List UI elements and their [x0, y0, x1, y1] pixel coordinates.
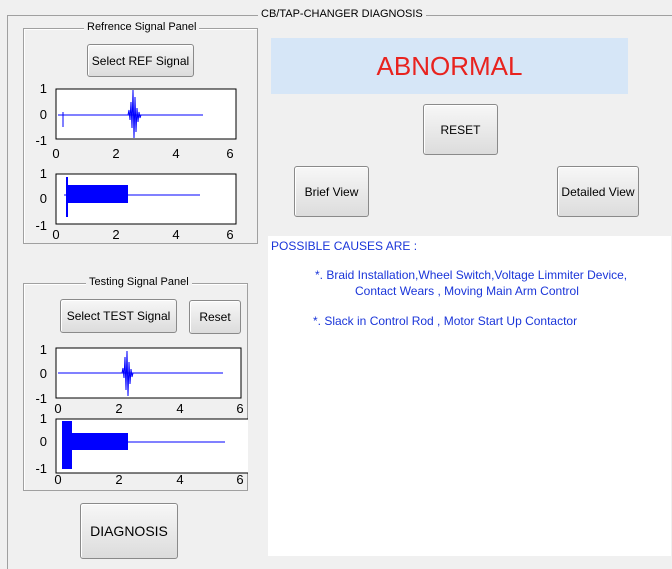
test-top-ytick-m1: -1 [35, 391, 47, 406]
ref-bottom-xtick-0: 0 [52, 227, 59, 242]
cause-line-1: *. Braid Installation,Wheel Switch,Volta… [315, 268, 628, 282]
ref-top-plot: 1 0 -1 0 2 4 6 5 [35, 82, 237, 161]
causes-title: POSSIBLE CAUSES ARE : [271, 239, 418, 253]
window-title: CB/TAP-CHANGER DIAGNOSIS [258, 8, 426, 20]
cause-line-3: *. Slack in Control Rod , Motor Start Up… [313, 314, 578, 328]
test-top-ytick-1: 1 [40, 342, 47, 357]
ref-bottom-ytick-0: 0 [40, 191, 47, 206]
ref-bottom-plot: 1 0 -1 0 2 4 6 [35, 167, 237, 242]
ref-top-xtick-4: 4 [172, 146, 179, 161]
reset-button[interactable]: RESET [423, 104, 498, 155]
ref-bottom-xtick-6: 6 [226, 227, 233, 242]
brief-view-button[interactable]: Brief View [294, 166, 369, 217]
test-bottom-xtick-4: 4 [176, 472, 183, 486]
ref-top-xtick-2: 2 [112, 146, 119, 161]
test-top-ytick-0: 0 [40, 366, 47, 381]
ref-top-xtick-6: 6 [226, 146, 233, 161]
test-bottom-xtick-0: 0 [54, 472, 61, 486]
test-panel-title: Testing Signal Panel [86, 276, 192, 288]
test-bottom-ytick-0: 0 [40, 434, 47, 449]
ref-bottom-ytick-1: 1 [40, 167, 47, 181]
ref-top-ytick-1: 1 [40, 82, 47, 96]
ref-bottom-xtick-2: 2 [112, 227, 119, 242]
ref-panel-title: Refrence Signal Panel [84, 21, 200, 33]
test-bottom-ytick-m1: -1 [35, 461, 47, 476]
ref-bottom-ytick-m1: -1 [35, 218, 47, 233]
test-bottom-plot: 1 0 -1 0 2 4 6 [35, 411, 248, 486]
ref-top-xtick-0: 0 [52, 146, 59, 161]
cause-line-2: Contact Wears , Moving Main Arm Control [355, 284, 579, 298]
status-text: ABNORMAL [376, 50, 523, 81]
test-bottom-xtick-6: 6 [236, 472, 243, 486]
ref-top-ytick-m1: -1 [35, 133, 47, 148]
select-ref-signal-button[interactable]: Select REF Signal [87, 44, 194, 77]
test-reset-button[interactable]: Reset [189, 300, 241, 334]
diagnosis-button[interactable]: DIAGNOSIS [80, 503, 178, 559]
detailed-view-button[interactable]: Detailed View [557, 166, 639, 217]
causes-panel: POSSIBLE CAUSES ARE : *. Braid Installat… [268, 236, 671, 556]
ref-bottom-xtick-4: 4 [172, 227, 179, 242]
select-test-signal-button[interactable]: Select TEST Signal [60, 299, 177, 333]
ref-top-ytick-0: 0 [40, 107, 47, 122]
test-top-plot: 1 0 -1 0 2 4 6 [35, 342, 243, 416]
test-bottom-xtick-2: 2 [115, 472, 122, 486]
test-bottom-ytick-1: 1 [40, 411, 47, 426]
status-display: ABNORMAL [271, 38, 628, 94]
